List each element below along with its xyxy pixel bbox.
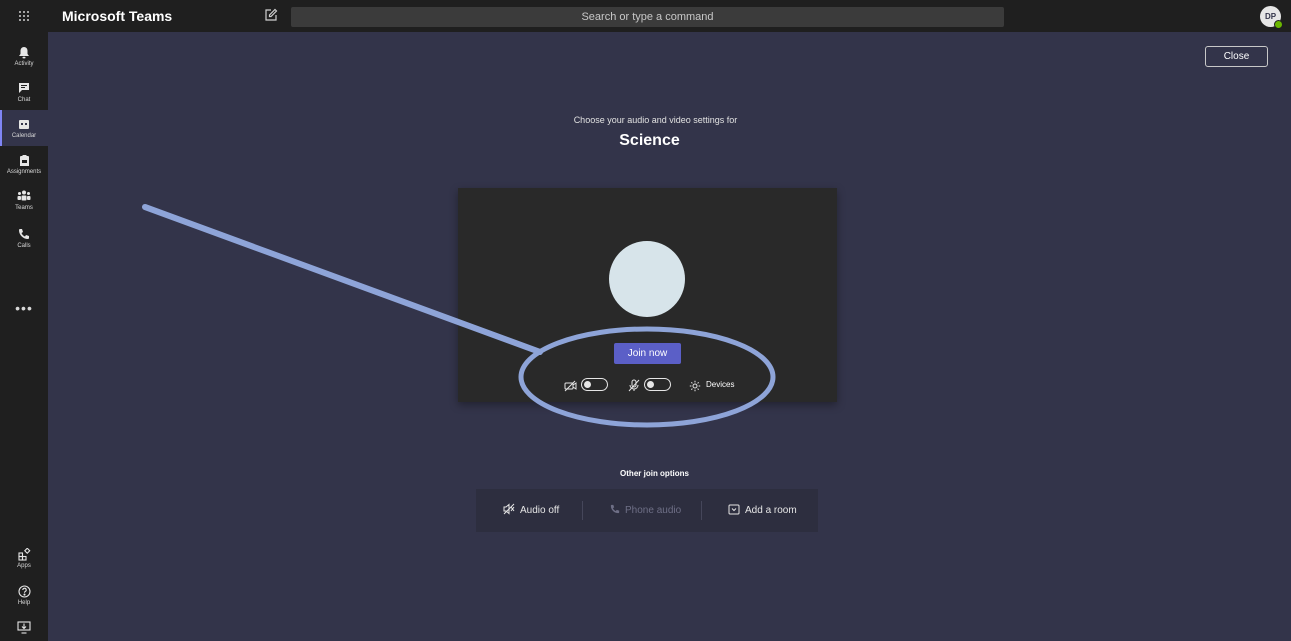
rail-item-label: Help — [17, 600, 31, 606]
download-icon — [17, 621, 31, 635]
chat-icon — [17, 81, 31, 95]
apps-icon — [17, 547, 31, 561]
device-controls: Devices — [564, 378, 764, 394]
other-join-options-title: Other join options — [620, 469, 689, 478]
toggle-knob — [584, 380, 591, 388]
rail-item-label: Teams — [15, 205, 33, 211]
search-input[interactable]: Search or type a command — [291, 7, 1004, 27]
microphone-toggle[interactable] — [644, 378, 671, 391]
meeting-title: Science — [619, 132, 680, 149]
audio-off-button[interactable]: Audio off — [503, 489, 559, 532]
mic-off-icon — [628, 379, 640, 397]
gear-icon — [689, 379, 701, 397]
devices-label: Devices — [706, 380, 735, 389]
help-icon — [17, 584, 31, 598]
more-apps-button[interactable]: ••• — [0, 300, 48, 316]
rail-item-help[interactable]: Help — [0, 577, 48, 613]
rail-item-assignments[interactable]: Assignments — [0, 146, 48, 182]
option-label: Phone audio — [625, 505, 682, 516]
rail-item-label: Assignments — [6, 169, 42, 175]
phone-icon — [610, 504, 620, 517]
other-join-options: Audio off Phone audio Add a room — [476, 489, 818, 532]
divider — [701, 501, 702, 520]
add-room-button[interactable]: Add a room — [728, 489, 797, 532]
join-now-button[interactable]: Join now — [614, 343, 681, 364]
option-label: Audio off — [520, 505, 560, 516]
phone-audio-button[interactable]: Phone audio — [610, 489, 681, 532]
app-launcher-icon[interactable] — [0, 0, 48, 32]
app-title: Microsoft Teams — [62, 8, 173, 24]
rail-item-chat[interactable]: Chat — [0, 74, 48, 110]
divider — [582, 501, 583, 520]
rail-item-activity[interactable]: Activity — [0, 38, 48, 74]
close-button[interactable]: Close — [1205, 46, 1268, 67]
top-bar: Microsoft Teams Search or type a command… — [0, 0, 1291, 32]
toggle-knob — [647, 380, 654, 388]
camera-toggle[interactable] — [581, 378, 608, 391]
backpack-icon — [17, 153, 31, 167]
cast-icon — [728, 504, 740, 518]
new-chat-icon[interactable] — [264, 8, 280, 24]
rail-item-label: Chat — [17, 97, 31, 103]
teams-icon — [17, 189, 31, 203]
speaker-off-icon — [503, 503, 515, 518]
prejoin-subtitle: Choose your audio and video settings for — [573, 115, 738, 125]
rail-item-teams[interactable]: Teams — [0, 182, 48, 218]
phone-icon — [17, 227, 31, 241]
rail-item-apps[interactable]: Apps — [0, 540, 48, 576]
video-preview-panel: Join now Devices — [458, 188, 837, 402]
avatar — [609, 241, 685, 317]
rail-item-label: Calls — [17, 243, 31, 249]
rail-item-calls[interactable]: Calls — [0, 220, 48, 256]
rail-item-label: Activity — [14, 61, 34, 67]
presence-status-icon — [1274, 20, 1283, 29]
download-app-button[interactable] — [0, 614, 48, 641]
option-label: Add a room — [745, 505, 797, 516]
camera-off-icon — [564, 379, 578, 397]
rail-item-label: Apps — [17, 563, 31, 569]
bell-icon — [17, 45, 31, 59]
